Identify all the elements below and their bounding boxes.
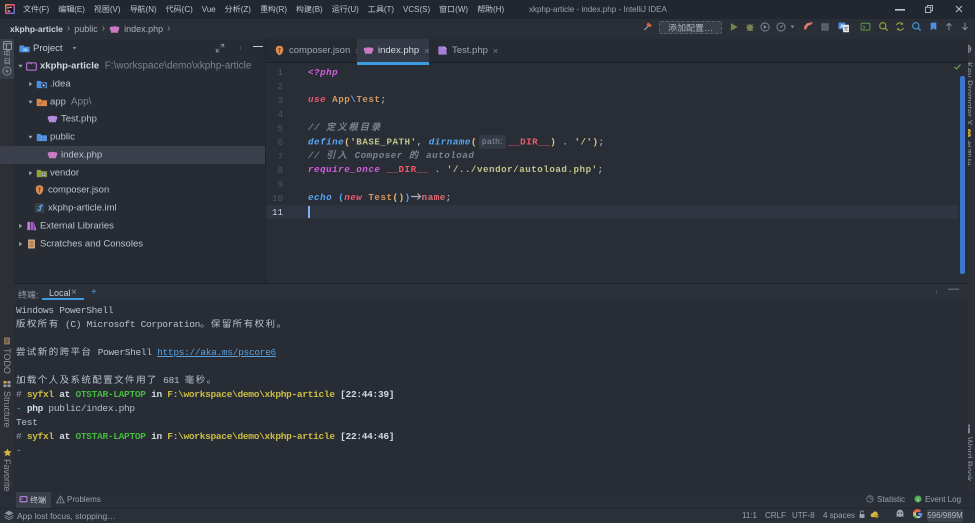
svg-text:文: 文: [843, 24, 849, 32]
